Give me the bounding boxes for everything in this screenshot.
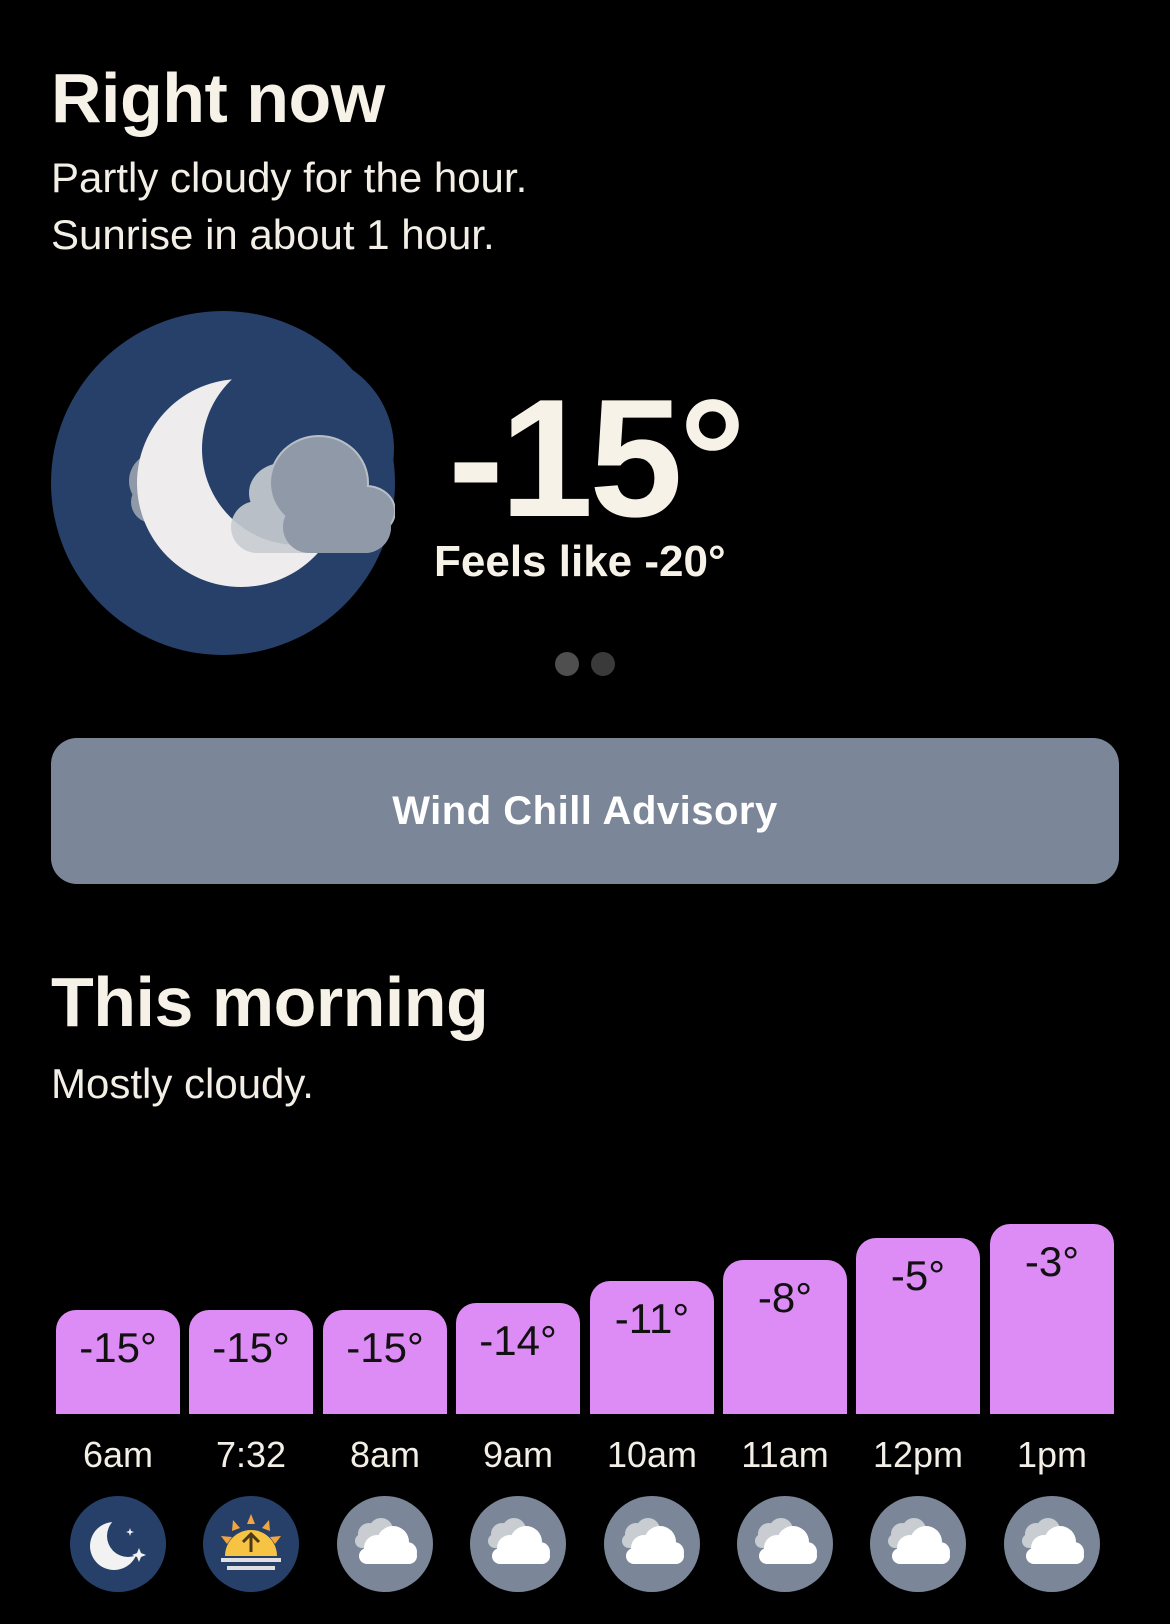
hour-label: 11am [741, 1434, 829, 1475]
temperature-bar: -3° [990, 1224, 1114, 1414]
temperature-bar: -8° [723, 1260, 847, 1414]
temperature-bar-label: -15° [346, 1324, 424, 1371]
hour-label: 10am [606, 1434, 698, 1475]
temperature-bar-label: -15° [212, 1324, 290, 1371]
temperature-bar: -14° [456, 1303, 580, 1414]
hour-label: 9am [482, 1434, 554, 1475]
cloud-icon [604, 1496, 700, 1592]
temperature-bar-label: -8° [757, 1274, 813, 1321]
temperature-bar: -15° [56, 1310, 180, 1414]
temperature-bar-label: -11° [614, 1295, 690, 1342]
hour-label: 8am [349, 1434, 421, 1475]
hour-label: 1pm [1016, 1434, 1088, 1475]
hourly-temperature-chart: -15° 6am -15° 7:32 -15° 8am -14° 9am -11° 10am -8°… [0, 0, 1170, 1624]
temperature-bar: -11° [590, 1281, 714, 1414]
hour-label: 6am [82, 1434, 154, 1475]
temperature-bar: -15° [323, 1310, 447, 1414]
temperature-bar-label: -3° [1024, 1238, 1080, 1285]
cloud-icon [870, 1496, 966, 1592]
hour-label: 7:32 [215, 1434, 287, 1475]
cloud-icon [337, 1496, 433, 1592]
cloud-icon [470, 1496, 566, 1592]
temperature-bar: -15° [189, 1310, 313, 1414]
temperature-bar-label: -5° [890, 1252, 946, 1299]
temperature-bar-label: -14° [479, 1317, 557, 1364]
temperature-bar: -5° [856, 1238, 980, 1414]
moon-icon [70, 1496, 166, 1592]
cloud-icon [737, 1496, 833, 1592]
hour-label: 12pm [872, 1434, 964, 1475]
temperature-bar-label: -15° [79, 1324, 157, 1371]
cloud-icon [1004, 1496, 1100, 1592]
sunrise-icon [203, 1496, 299, 1592]
